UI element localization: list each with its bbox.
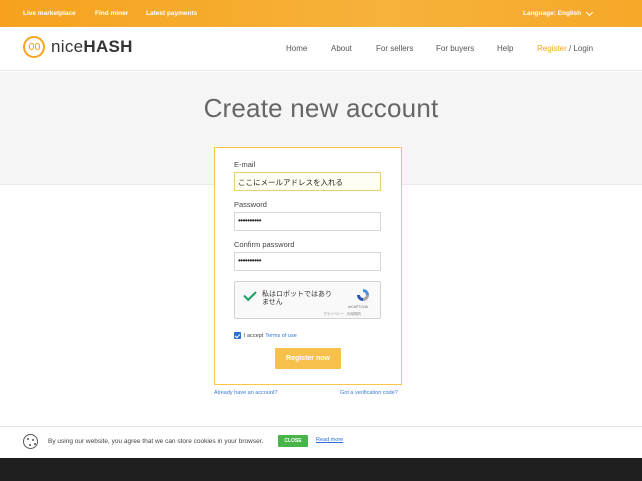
checkmark-icon bbox=[243, 287, 257, 302]
nav-help[interactable]: Help bbox=[497, 44, 513, 53]
register-button[interactable]: Register now bbox=[275, 348, 341, 369]
nav-for-sellers[interactable]: For sellers bbox=[376, 44, 413, 53]
recaptcha-widget[interactable]: 私はロボットではありません reCAPTCHA プライバシー - 利用規約 bbox=[234, 281, 381, 319]
nav-for-buyers[interactable]: For buyers bbox=[436, 44, 474, 53]
nicehash-logo[interactable]: niceHASH bbox=[23, 36, 133, 58]
nav-login[interactable]: Login bbox=[573, 44, 593, 53]
terms-label: I accept bbox=[244, 332, 264, 339]
terms-checkbox[interactable] bbox=[234, 332, 241, 339]
read-more-link[interactable]: Read more bbox=[316, 437, 343, 443]
nav-register[interactable]: Register bbox=[537, 44, 567, 53]
confirm-password-field[interactable]: •••••••••• bbox=[234, 252, 381, 271]
logo-text: niceHASH bbox=[51, 37, 133, 56]
password-field[interactable]: •••••••••• bbox=[234, 212, 381, 231]
nav-home[interactable]: Home bbox=[286, 44, 307, 53]
page-title: Create new account bbox=[203, 93, 439, 123]
password-label: Password bbox=[234, 200, 267, 209]
logo-icon bbox=[23, 36, 45, 58]
terms-link[interactable]: Terms of use bbox=[265, 333, 296, 339]
recaptcha-brand: reCAPTCHA bbox=[348, 305, 368, 309]
recaptcha-label: 私はロボットではありません bbox=[262, 291, 332, 306]
nav-about[interactable]: About bbox=[331, 44, 352, 53]
cookie-bar: By using our website, you agree that we … bbox=[0, 426, 642, 458]
cookie-close-button[interactable]: CLOSE bbox=[278, 435, 308, 447]
cookie-icon bbox=[23, 434, 38, 449]
live-marketplace-link[interactable]: Live marketplace bbox=[23, 10, 76, 17]
latest-payments-link[interactable]: Latest payments bbox=[146, 10, 197, 17]
nav-auth: Register / Login bbox=[537, 44, 593, 53]
recaptcha-icon bbox=[357, 289, 369, 301]
email-label: E-mail bbox=[234, 160, 256, 169]
language-label: Language: English bbox=[523, 10, 582, 17]
site-header: niceHASH Home About For sellers For buye… bbox=[0, 27, 642, 71]
recaptcha-privacy[interactable]: プライバシー - 利用規約 bbox=[323, 312, 361, 317]
email-field[interactable]: ここにメールアドレスを入れる bbox=[234, 172, 381, 191]
language-selector[interactable]: Language: English bbox=[523, 8, 594, 17]
footer bbox=[0, 458, 642, 481]
top-bar: Live marketplace Find miner Latest payme… bbox=[0, 0, 642, 27]
terms-row: I accept Terms of use bbox=[234, 332, 297, 339]
verification-code-link[interactable]: Got a verification code? bbox=[340, 390, 398, 396]
confirm-password-label: Confirm password bbox=[234, 240, 295, 249]
chevron-down-icon bbox=[586, 8, 594, 16]
cookie-text: By using our website, you agree that we … bbox=[48, 438, 264, 445]
find-miner-link[interactable]: Find miner bbox=[95, 10, 128, 17]
already-have-account-link[interactable]: Already have an account? bbox=[214, 390, 278, 396]
register-form: E-mail ここにメールアドレスを入れる Password •••••••••… bbox=[214, 147, 402, 385]
